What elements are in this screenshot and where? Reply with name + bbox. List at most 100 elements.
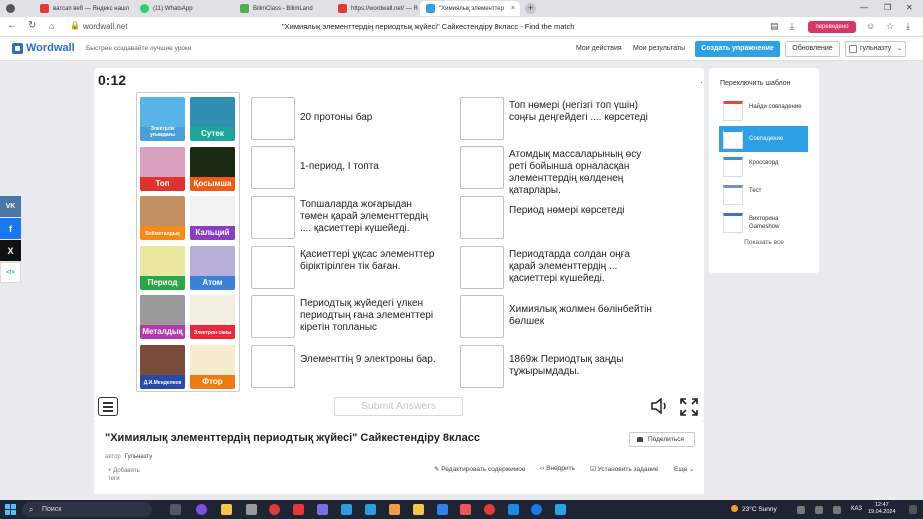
upgrade-button[interactable]: Обновление [785, 41, 840, 57]
taskbar-search[interactable]: ⌕ Поиск [22, 502, 152, 517]
drop-slot[interactable] [251, 97, 295, 140]
template-option[interactable]: Тест [719, 182, 808, 208]
notification-icon[interactable] [909, 505, 917, 514]
drop-slot[interactable] [251, 196, 295, 239]
app-icon[interactable] [508, 504, 519, 515]
answer-tile[interactable]: Атом [190, 245, 235, 290]
home-icon[interactable]: ⌂ [49, 21, 54, 31]
answer-tile[interactable]: Металдық [140, 295, 185, 339]
app-icon[interactable] [293, 504, 304, 515]
drop-slot[interactable] [460, 97, 504, 140]
template-option[interactable]: Совпадение [719, 126, 808, 152]
assign-link[interactable]: ☑ Установить задание [590, 465, 658, 473]
template-option[interactable]: Кроссворд [719, 154, 808, 180]
app-icon[interactable] [246, 504, 257, 515]
sound-icon[interactable] [650, 398, 670, 414]
url-field[interactable]: wordwall.net [83, 22, 127, 31]
answer-tile[interactable]: Фтор [190, 344, 235, 389]
drop-slot[interactable] [251, 295, 295, 338]
clock[interactable]: 12:47 19.04.2024 [868, 502, 896, 516]
app-icon[interactable] [196, 504, 207, 515]
maximize-icon[interactable]: ❐ [884, 3, 891, 12]
answer-tile[interactable]: Электрон саны [190, 295, 235, 339]
author-name[interactable]: Гульназту [125, 454, 153, 460]
drop-slot[interactable] [460, 196, 504, 239]
opera-icon[interactable] [484, 504, 495, 515]
drop-slot[interactable] [460, 246, 504, 289]
app-icon[interactable] [389, 504, 400, 515]
edit-content-link[interactable]: ✎ Редактировать содержимое [434, 465, 525, 473]
answer-tile[interactable]: Д.И.Менделеев [140, 344, 185, 389]
task-view-icon[interactable] [170, 504, 181, 515]
tray-icon[interactable] [797, 506, 805, 514]
tab-yandex[interactable]: ватсап веб — Яндекс нашл [34, 1, 134, 16]
browser-menu-button[interactable] [0, 1, 24, 16]
close-tab-icon[interactable]: × [511, 5, 515, 12]
facebook-app-icon[interactable] [531, 504, 542, 515]
translated-badge[interactable]: переведено [808, 21, 856, 33]
drop-slot[interactable] [251, 345, 295, 388]
my-actions-link[interactable]: Мои действия [576, 45, 622, 52]
app-icon[interactable] [555, 504, 566, 515]
volume-icon[interactable] [833, 506, 841, 514]
answer-tile[interactable]: Период [140, 245, 185, 290]
answer-tile[interactable]: Сутек [190, 97, 235, 141]
x-share-button[interactable]: X [0, 240, 21, 261]
show-all-templates-link[interactable]: Показать все [709, 239, 819, 246]
answer-tile[interactable]: Топ [140, 146, 185, 191]
new-tab-button[interactable]: + [525, 3, 536, 14]
answer-tile[interactable]: Қосымша [190, 146, 235, 191]
close-window-icon[interactable]: ✕ [906, 3, 913, 12]
share-button[interactable]: Поделиться [629, 432, 695, 447]
weather-widget[interactable]: 23°C Sunny [731, 505, 777, 513]
app-icon[interactable] [365, 504, 376, 515]
vk-share-button[interactable]: VK [0, 196, 21, 217]
tab-bilimclass[interactable]: BilimClass - BilimLand [234, 1, 332, 16]
template-option[interactable]: Найди совпадение [719, 98, 808, 124]
answer-tile[interactable]: Бейметалдық [140, 196, 185, 240]
submit-answers-button[interactable]: Submit Answers [334, 397, 463, 416]
wordwall-logo[interactable]: Wordwall [12, 42, 75, 54]
my-results-link[interactable]: Мои результаты [633, 45, 685, 52]
language-indicator[interactable]: КАЗ [851, 506, 862, 512]
extensions-icon[interactable]: ☺ [866, 21, 875, 31]
template-option[interactable]: Викторина Gameshow [719, 210, 808, 236]
bookmark-icon[interactable]: ☆ [886, 21, 894, 32]
drop-slot[interactable] [251, 146, 295, 189]
drop-slot[interactable] [251, 246, 295, 289]
wifi-icon[interactable] [815, 506, 823, 514]
fullscreen-icon[interactable] [679, 397, 699, 417]
more-dots-icon[interactable]: · [700, 78, 703, 87]
more-link[interactable]: Еще ⌄ [674, 465, 695, 473]
drop-slot[interactable] [460, 295, 504, 338]
minimize-icon[interactable]: — [860, 3, 868, 12]
definition-text: Период нөмері көрсетеді [509, 205, 625, 216]
facebook-share-button[interactable]: f [0, 218, 21, 239]
download-manager-icon[interactable]: ⤓ [906, 21, 910, 32]
back-icon[interactable]: ← [7, 21, 17, 31]
download-icon[interactable]: ⤓ [790, 21, 794, 32]
tab-wordwall-search[interactable]: https://wordwall.net/ — Я [332, 1, 420, 16]
file-explorer-icon[interactable] [221, 504, 232, 515]
user-menu-button[interactable]: гульназту ⌄ [845, 41, 906, 57]
app-icon[interactable] [341, 504, 352, 515]
windows-start-button[interactable] [5, 504, 16, 515]
answer-tile[interactable]: Электрлік ұғымдағы [140, 97, 185, 141]
tab-whatsapp[interactable]: (11) WhatsApp [134, 1, 234, 16]
reader-mode-icon[interactable]: ▤ [770, 21, 779, 32]
app-icon[interactable] [317, 504, 328, 515]
drop-slot[interactable] [460, 146, 504, 189]
embed-link[interactable]: ‹› Внедрить [540, 465, 575, 472]
tab-wordwall-activity[interactable]: "Химиялық элементтер × [420, 1, 520, 16]
add-tags-link[interactable]: + Добавить теги [108, 467, 148, 483]
answer-tile[interactable]: Кальций [190, 196, 235, 240]
drop-slot[interactable] [460, 345, 504, 388]
app-icon[interactable] [413, 504, 424, 515]
embed-share-button[interactable]: </> [0, 262, 21, 283]
reload-icon[interactable]: ↻ [28, 21, 36, 31]
word-icon[interactable] [437, 504, 448, 515]
game-menu-button[interactable] [98, 397, 118, 416]
yandex-browser-icon[interactable] [269, 504, 280, 515]
app-icon[interactable] [460, 504, 471, 515]
create-activity-button[interactable]: Создать упражнение [695, 41, 780, 57]
